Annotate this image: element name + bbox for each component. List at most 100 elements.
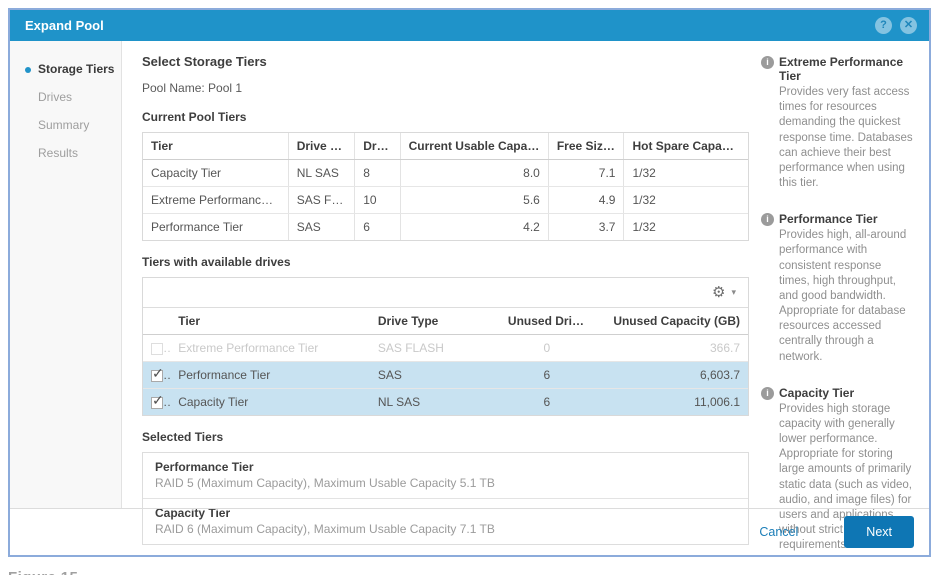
main-content: Select Storage Tiers Pool Name: Pool 1 C… [122, 41, 759, 508]
info-icon: i [761, 213, 774, 226]
cell-usable-capacity: 5.6 [400, 187, 548, 214]
available-tiers-table: ⚙ ▾ Tier Drive Type [142, 277, 749, 416]
col-hot-spare-capacity: Hot Spare Capacity [624, 133, 748, 160]
cell-hot-spare: 1/32 [624, 214, 748, 241]
current-pool-tiers-title: Current Pool Tiers [142, 110, 749, 124]
dialog-title: Expand Pool [25, 18, 867, 33]
cell-unused-capacity: 366.7 [594, 335, 748, 362]
step-label: Storage Tiers [38, 62, 114, 76]
info-extreme-performance-tier: i Extreme Performance Tier Provides very… [761, 55, 915, 191]
page-title: Select Storage Tiers [142, 54, 749, 69]
selected-tier-detail: RAID 5 (Maximum Capacity), Maximum Usabl… [155, 476, 736, 490]
close-icon[interactable]: ✕ [900, 17, 917, 34]
cell-unused-drives: 6 [500, 362, 594, 389]
info-text: Provides high, all-around performance wi… [779, 228, 915, 365]
cell-hot-spare: 1/32 [624, 187, 748, 214]
cell-unused-drives: 6 [500, 389, 594, 416]
row-checkbox[interactable]: ✓ [151, 397, 163, 409]
step-label: Results [38, 146, 78, 160]
cell-unused-drives: 0 [500, 335, 594, 362]
chevron-down-icon[interactable]: ▾ [731, 287, 736, 298]
tier-row-capacity[interactable]: ✓ Capacity Tier NL SAS 6 11,006.1 [143, 389, 748, 416]
col-drives: Drives [355, 133, 400, 160]
col-drive-type: Drive Type [288, 133, 355, 160]
info-title: Performance Tier [779, 212, 915, 226]
tier-row-performance[interactable]: ✓ Performance Tier SAS 6 6,603.7 [143, 362, 748, 389]
cell-drive-type: NL SAS [288, 160, 355, 187]
col-drive-type: Drive Type [370, 308, 500, 335]
table-row: Capacity Tier NL SAS 8 8.0 7.1 1/32 [143, 160, 748, 187]
cell-tier: Capacity Tier [170, 389, 370, 416]
step-storage-tiers[interactable]: Storage Tiers [10, 55, 121, 83]
cell-usable-capacity: 8.0 [400, 160, 548, 187]
table-header-row: Tier Drive Type Drives Current Usable Ca… [143, 133, 748, 160]
step-drives[interactable]: Drives [10, 83, 121, 111]
available-tiers-title: Tiers with available drives [142, 255, 749, 269]
cell-unused-capacity: 6,603.7 [594, 362, 748, 389]
info-icon: i [761, 56, 774, 69]
cell-free-size: 7.1 [548, 160, 624, 187]
pool-name-label: Pool Name: Pool 1 [142, 81, 749, 95]
cell-tier: Capacity Tier [143, 160, 288, 187]
row-checkbox[interactable]: ✓ [151, 370, 163, 382]
dialog-body: Storage Tiers Drives Summary Results Sel… [10, 41, 929, 508]
help-icon[interactable]: ? [875, 17, 892, 34]
selected-tiers-title: Selected Tiers [142, 430, 749, 444]
cell-drive-type: NL SAS [370, 389, 500, 416]
col-current-usable-capacity: Current Usable Capacity (TB) [400, 133, 548, 160]
expand-pool-dialog: Expand Pool ? ✕ Storage Tiers Drives Sum… [8, 8, 931, 557]
tier-info-panel: i Extreme Performance Tier Provides very… [759, 41, 929, 508]
table-toolbar: ⚙ ▾ [143, 278, 748, 308]
current-pool-tiers-table: Tier Drive Type Drives Current Usable Ca… [142, 132, 749, 241]
cancel-button[interactable]: Cancel [759, 525, 798, 539]
cell-unused-capacity: 11,006.1 [594, 389, 748, 416]
cell-drives: 8 [355, 160, 400, 187]
cell-tier: Performance Tier [170, 362, 370, 389]
cell-drive-type: SAS [288, 214, 355, 241]
col-tier: Tier [143, 133, 288, 160]
row-checkbox: ✓ [151, 343, 163, 355]
step-label: Drives [38, 90, 72, 104]
step-label: Summary [38, 118, 89, 132]
cell-tier: Extreme Performance Tier [170, 335, 370, 362]
figure-caption: Figure 15 [8, 569, 78, 575]
table-header-row: Tier Drive Type Unused Drives Unused Cap… [143, 308, 748, 335]
next-button[interactable]: Next [844, 516, 914, 548]
col-unused-capacity: Unused Capacity (GB) [594, 308, 748, 335]
info-title: Extreme Performance Tier [779, 55, 915, 83]
page: Expand Pool ? ✕ Storage Tiers Drives Sum… [0, 0, 947, 575]
info-title: Capacity Tier [779, 386, 915, 400]
info-text: Provides very fast access times for reso… [779, 85, 915, 191]
cell-free-size: 3.7 [548, 214, 624, 241]
active-step-dot [25, 67, 31, 73]
wizard-steps-sidebar: Storage Tiers Drives Summary Results [10, 41, 122, 508]
gear-icon[interactable]: ⚙ [712, 285, 725, 300]
cell-drives: 10 [355, 187, 400, 214]
col-checkbox [143, 308, 170, 335]
cell-tier: Performance Tier [143, 214, 288, 241]
cell-drive-type: SAS FLASH [370, 335, 500, 362]
tier-row-extreme-performance: ✓ Extreme Performance Tier SAS FLASH 0 3… [143, 335, 748, 362]
check-icon: ✓ [152, 365, 164, 382]
cell-drive-type: SAS [370, 362, 500, 389]
step-results[interactable]: Results [10, 139, 121, 167]
info-performance-tier: i Performance Tier Provides high, all-ar… [761, 212, 915, 365]
col-unused-drives: Unused Drives [500, 308, 594, 335]
cell-usable-capacity: 4.2 [400, 214, 548, 241]
selected-tier-name: Performance Tier [155, 460, 736, 474]
table-row: Performance Tier SAS 6 4.2 3.7 1/32 [143, 214, 748, 241]
info-icon: i [761, 387, 774, 400]
dialog-titlebar: Expand Pool ? ✕ [10, 10, 929, 41]
col-free-size: Free Size (TB) [548, 133, 624, 160]
dialog-footer: Cancel Next [10, 508, 929, 555]
col-tier: Tier [170, 308, 370, 335]
cell-free-size: 4.9 [548, 187, 624, 214]
cell-hot-spare: 1/32 [624, 160, 748, 187]
check-icon: ✓ [152, 392, 164, 409]
step-summary[interactable]: Summary [10, 111, 121, 139]
cell-tier: Extreme Performance Tier [143, 187, 288, 214]
cell-drive-type: SAS FLASH [288, 187, 355, 214]
cell-drives: 6 [355, 214, 400, 241]
table-row: Extreme Performance Tier SAS FLASH 10 5.… [143, 187, 748, 214]
selected-tier-performance: Performance Tier RAID 5 (Maximum Capacit… [143, 453, 748, 498]
